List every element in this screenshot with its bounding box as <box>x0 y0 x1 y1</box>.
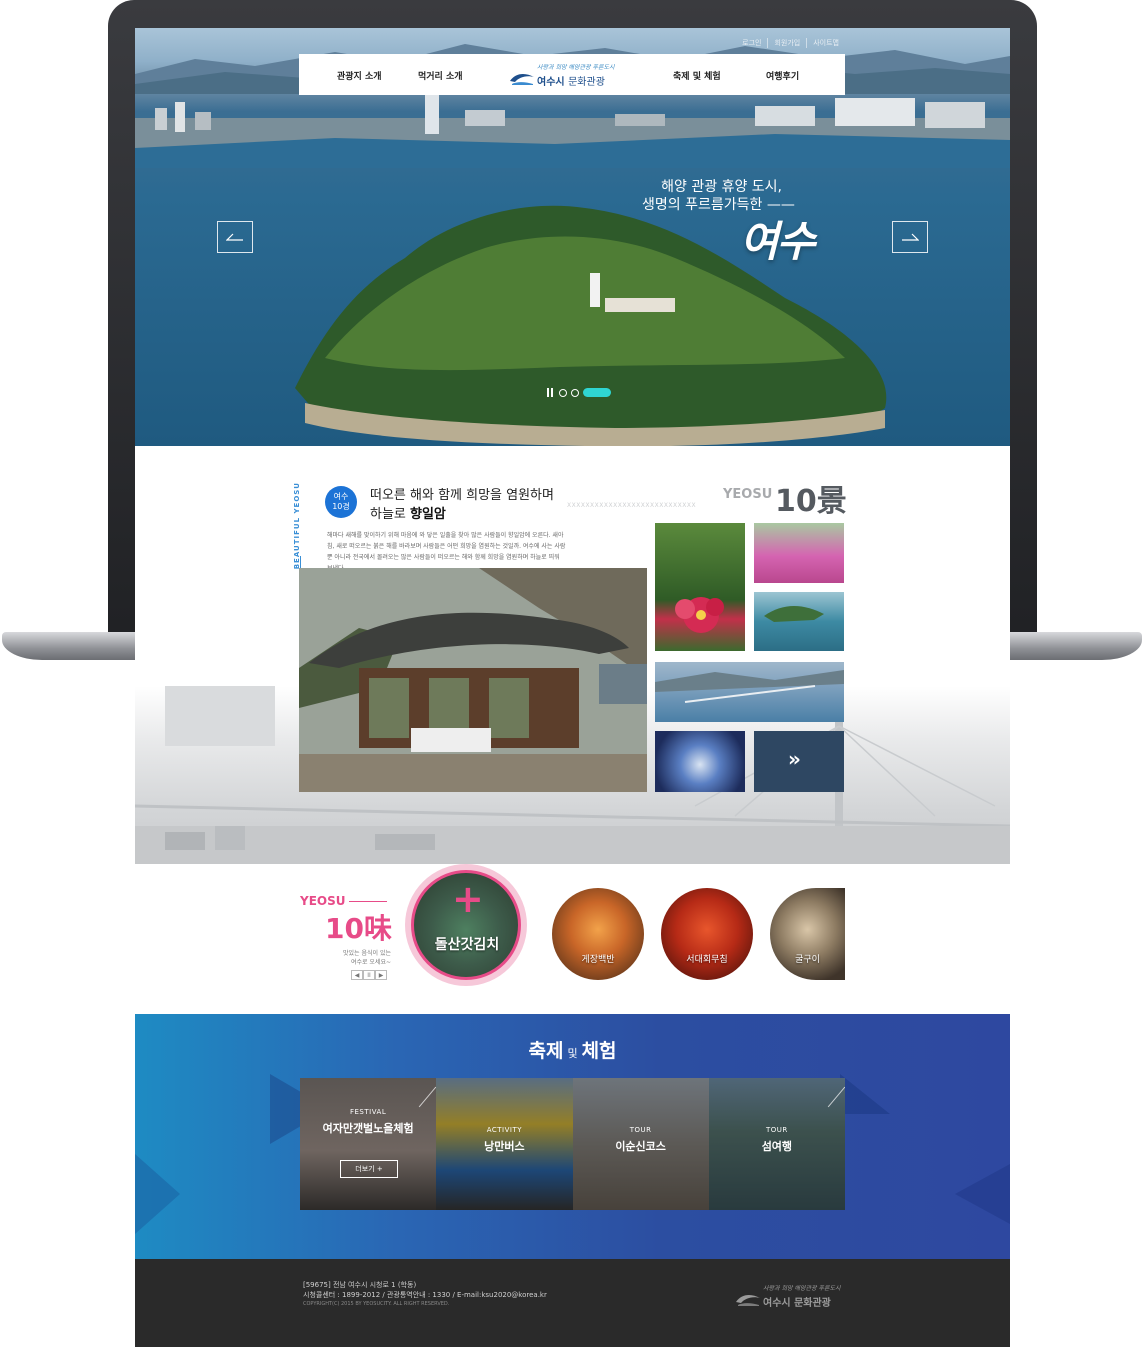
island-shape <box>764 606 824 622</box>
food-pause-button[interactable]: II <box>363 970 375 980</box>
slide-indicators <box>547 388 611 397</box>
plus-icon: + <box>452 877 484 921</box>
food-heading-kr: 10味 <box>325 912 392 945</box>
card-slash-decor <box>419 1086 437 1108</box>
nav-food[interactable]: 먹거리 소개 <box>418 69 463 82</box>
food-heading-line <box>349 901 387 902</box>
festival-section: 축제 및 체험 FESTIVAL 여자만갯벌노을체험 더보기 + ACTIVITY … <box>135 1014 1010 1259</box>
harbor-shape <box>655 670 844 703</box>
slide-dot[interactable] <box>559 388 567 397</box>
food-item-active[interactable]: + 돌산갓김치 <box>405 864 541 994</box>
scenery-badge: 여수 10경 <box>325 486 357 518</box>
island-sea-thumbnail[interactable] <box>754 592 844 651</box>
footer-copyright: COPYRIGHT(C) 2015 BY YEOSUCITY. ALL RIGH… <box>303 1301 450 1307</box>
more-button[interactable]: 더보기 + <box>340 1160 398 1178</box>
decor-triangle <box>955 1164 1010 1224</box>
azalea-thumbnail[interactable] <box>754 523 844 583</box>
festival-card-yisunsin[interactable]: TOUR 이순신코스 <box>572 1078 709 1210</box>
scenery-title: 떠오른 해와 함께 희망을 염원하며 하늘로 향일암 <box>370 488 554 522</box>
arrow-left-icon <box>226 233 243 241</box>
hero-prev-button[interactable] <box>217 221 253 253</box>
camellia-flower <box>675 597 724 633</box>
hero-brand-calligraphy: 여수 <box>740 217 815 266</box>
more-scenery-button[interactable]: » <box>754 731 844 792</box>
nav-attractions[interactable]: 관광지 소개 <box>337 69 382 82</box>
logo-slogan: 사랑과 희망 해양관광 푸른도시 <box>537 64 615 71</box>
site-footer: [59675] 전남 여수시 시청로 1 (학동) 시청콜센터 : 1899-20… <box>135 1259 1010 1347</box>
slide-dot[interactable] <box>571 388 579 397</box>
login-link[interactable]: 로그인 <box>736 38 767 48</box>
sitemap-link[interactable]: 사이트맵 <box>806 38 845 48</box>
food-item-gejang[interactable]: 게장백반 <box>552 888 644 980</box>
festival-card-mudflat[interactable]: FESTIVAL 여자만갯벌노을체험 더보기 + <box>300 1078 437 1210</box>
festival-card-bus[interactable]: ACTIVITY 낭만버스 <box>436 1078 573 1210</box>
tunnel-thumbnail[interactable] <box>655 731 745 792</box>
footer-logo: 사랑과 희망 해양관광 푸른도시 여수시 문화관광 <box>735 1283 847 1309</box>
footer-address: [59675] 전남 여수시 시청로 1 (학동) 시청콜센터 : 1899-20… <box>303 1281 547 1299</box>
site-logo[interactable]: 사랑과 희망 해양관광 푸른도시 여수시 문화관광 <box>509 62 621 88</box>
food-item-seodae[interactable]: 서대회무침 <box>661 888 753 980</box>
website-screen: 로그인 회원가입 사이트맵 관광지 소개 먹거리 소개 사랑과 희망 해양관광 … <box>135 28 1010 1347</box>
arrow-right-icon <box>902 233 919 241</box>
food-active-label: 돌산갓김치 <box>434 937 500 953</box>
decor-triangle <box>840 1074 890 1114</box>
food-pager: ◀ II ▶ <box>351 970 387 980</box>
food-next-button[interactable]: ▶ <box>375 970 387 980</box>
hero-tagline-line1: 해양 관광 휴양 도시, <box>661 179 782 195</box>
decor-triangle <box>135 1154 180 1234</box>
hero-next-button[interactable] <box>892 221 928 253</box>
utility-links: 로그인 회원가입 사이트맵 <box>736 38 845 48</box>
festival-cards: FESTIVAL 여자만갯벌노을체험 더보기 + ACTIVITY 낭만버스 T… <box>300 1078 845 1210</box>
nav-reviews[interactable]: 여행후기 <box>766 69 799 82</box>
decorative-x-line: XXXXXXXXXXXXXXXXXXXXXXXXXXXX <box>567 502 697 509</box>
camellia-thumbnail[interactable] <box>655 523 745 651</box>
food-prev-button[interactable]: ◀ <box>351 970 363 980</box>
food-subtitle: 맛있는 음식이 있는 여수로 오세요~ <box>343 950 391 966</box>
temple-illustration <box>299 568 647 792</box>
city-skyline <box>135 94 1010 168</box>
nav-festival[interactable]: 축제 및 체험 <box>673 69 721 82</box>
signup-link[interactable]: 회원가입 <box>767 38 806 48</box>
food-item-oyster[interactable]: 굴구이 <box>770 888 845 980</box>
festival-title: 축제 및 체험 <box>528 1040 617 1062</box>
hyangiram-temple-photo[interactable] <box>299 568 647 792</box>
ten-scenery-section: BEAUTIFUL YEOSU 여수 10경 떠오른 해와 함께 희망을 염원하… <box>135 446 1010 864</box>
wave-logo-icon <box>510 73 534 85</box>
bridge-harbor-thumbnail[interactable] <box>655 662 844 722</box>
hero-banner: 로그인 회원가입 사이트맵 관광지 소개 먹거리 소개 사랑과 희망 해양관광 … <box>135 28 1010 446</box>
pause-icon[interactable] <box>547 388 555 397</box>
festival-card-island[interactable]: TOUR 섬여행 <box>708 1078 845 1210</box>
global-navigation: 관광지 소개 먹거리 소개 사랑과 희망 해양관광 푸른도시 여수시 문화관광 … <box>299 54 845 95</box>
double-chevron-right-icon: » <box>788 747 801 771</box>
ten-food-section: YEOSU 10味 맛있는 음식이 있는 여수로 오세요~ ◀ II ▶ + 돌산… <box>135 864 1010 1014</box>
wave-logo-icon <box>736 1294 760 1306</box>
food-heading-en: YEOSU <box>300 894 346 908</box>
logo-name: 여수시 문화관광 <box>537 77 605 88</box>
slide-dot-active[interactable] <box>583 388 611 397</box>
